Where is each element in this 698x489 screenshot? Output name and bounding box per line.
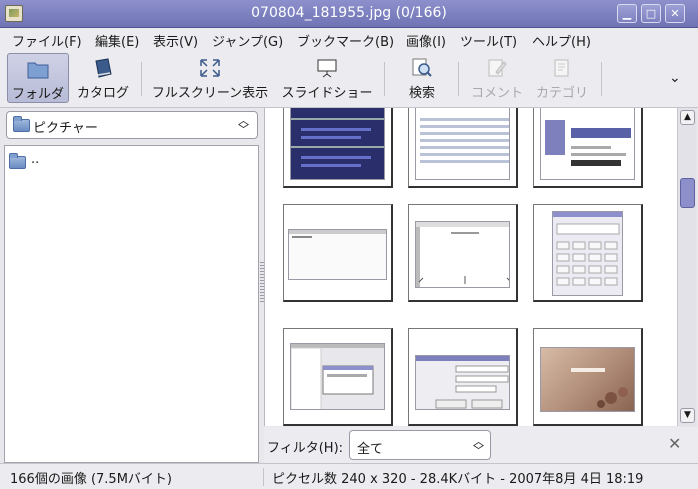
- slideshow-button[interactable]: スライドショー: [280, 53, 374, 103]
- toolbar-overflow-chevron-icon[interactable]: ⌄: [669, 70, 681, 86]
- folder-label: フォルダ: [11, 87, 64, 102]
- menu-tools[interactable]: ツール(T): [460, 31, 517, 50]
- folder-icon: [27, 62, 49, 79]
- filter-label: フィルタ(H):: [267, 441, 344, 456]
- catalog-label: カタログ: [76, 86, 129, 101]
- category-icon: [554, 59, 569, 77]
- scroll-up-arrow-icon[interactable]: ▲: [680, 110, 695, 125]
- title-bar: 070804_181955.jpg (0/166) ▁ □ ✕: [0, 0, 698, 28]
- combo-arrows-icon: ︿ ﹀: [238, 114, 249, 136]
- thumbnail-image: [415, 221, 510, 288]
- thumbnail[interactable]: [283, 108, 393, 188]
- thumbnail[interactable]: [533, 108, 643, 188]
- list-item-label: ..: [31, 152, 40, 167]
- minimize-button[interactable]: ▁: [617, 4, 637, 23]
- folder-icon: [13, 116, 30, 132]
- thumbnail[interactable]: [283, 204, 393, 302]
- thumbnail-image: [415, 355, 510, 410]
- thumbnail[interactable]: [408, 204, 518, 302]
- menu-bookmarks[interactable]: ブックマーク(B): [297, 31, 394, 50]
- maximize-button[interactable]: □: [641, 4, 661, 23]
- filter-combo[interactable]: 全て ︿ ﹀: [349, 430, 491, 460]
- status-image-count: 166個の画像 (7.5Mバイト): [10, 472, 172, 487]
- thumbnail-image: [552, 211, 623, 296]
- menu-view[interactable]: 表示(V): [153, 31, 198, 50]
- thumbnail[interactable]: [408, 108, 518, 188]
- window-title: 070804_181955.jpg (0/166): [251, 5, 447, 21]
- thumbnail-image: [540, 347, 635, 412]
- folder-icon: [9, 153, 26, 169]
- menu-image[interactable]: 画像(I): [406, 31, 446, 50]
- fullscreen-button[interactable]: フルスクリーン表示: [150, 53, 270, 103]
- status-divider: [263, 468, 264, 486]
- thumbnail[interactable]: [283, 328, 393, 426]
- search-button[interactable]: 検索: [402, 53, 442, 103]
- filter-bar: フィルタ(H): 全て ︿ ﹀ ✕: [264, 427, 698, 463]
- combo-arrows-icon: ︿ ﹀: [473, 435, 484, 457]
- folder-button[interactable]: フォルダ: [7, 53, 69, 103]
- thumbnail-image: [415, 108, 510, 180]
- thumbnail-image: [290, 343, 385, 410]
- fullscreen-icon: [200, 59, 220, 77]
- toolbar-separator: [384, 62, 385, 96]
- location-label: ピクチャー: [33, 121, 98, 136]
- menu-edit[interactable]: 編集(E): [95, 31, 139, 50]
- folder-tree[interactable]: ..: [4, 145, 259, 463]
- thumbnail-image: [290, 108, 385, 180]
- location-combo[interactable]: ピクチャー ︿ ﹀: [6, 111, 258, 139]
- thumbnail-image: [288, 229, 387, 280]
- status-bar: 166個の画像 (7.5Mバイト) ピクセル数 240 x 320 - 28.4…: [0, 463, 698, 489]
- toolbar-separator: [458, 62, 459, 96]
- filter-value: 全て: [357, 442, 384, 457]
- menu-file[interactable]: ファイル(F): [12, 31, 82, 50]
- status-image-info: ピクセル数 240 x 320 - 28.4Kバイト - 2007年8月 4日 …: [272, 472, 644, 487]
- search-label: 検索: [408, 86, 435, 101]
- catalog-book-icon: [95, 58, 112, 78]
- toolbar-separator: [601, 62, 602, 96]
- fullscreen-label: フルスクリーン表示: [151, 86, 269, 101]
- thumbnail[interactable]: [533, 328, 643, 426]
- comment-label: コメント: [470, 86, 523, 101]
- search-icon: [412, 58, 432, 77]
- scroll-down-arrow-icon[interactable]: ▼: [680, 408, 695, 423]
- catalog-button[interactable]: カタログ: [74, 53, 132, 103]
- slideshow-label: スライドショー: [281, 86, 373, 101]
- comment-button[interactable]: コメント: [468, 53, 526, 103]
- category-button[interactable]: カテゴリ: [532, 53, 592, 103]
- slideshow-icon: [317, 59, 337, 78]
- menu-go[interactable]: ジャンプ(G): [212, 31, 283, 50]
- thumbnail[interactable]: [533, 204, 643, 302]
- thumbnail[interactable]: [408, 328, 518, 426]
- comment-icon: [488, 59, 507, 77]
- menu-bar: ファイル(F) 編集(E) 表示(V) ジャンプ(G) ブックマーク(B) 画像…: [0, 28, 698, 50]
- menu-help[interactable]: ヘルプ(H): [532, 31, 591, 50]
- toolbar-separator: [141, 62, 142, 96]
- close-filter-icon[interactable]: ✕: [668, 434, 681, 453]
- thumbnail-image: [540, 108, 635, 180]
- category-label: カテゴリ: [535, 86, 588, 101]
- scrollbar-thumb[interactable]: [680, 178, 695, 208]
- close-button[interactable]: ✕: [665, 4, 685, 23]
- thumbnail-grid[interactable]: [264, 108, 677, 426]
- toolbar: フォルダ カタログ フルスクリーン表示 スライドショー 検索 コメント カテゴリ: [0, 50, 698, 108]
- thumbnail-scrollbar[interactable]: ▲ ▼: [677, 108, 696, 426]
